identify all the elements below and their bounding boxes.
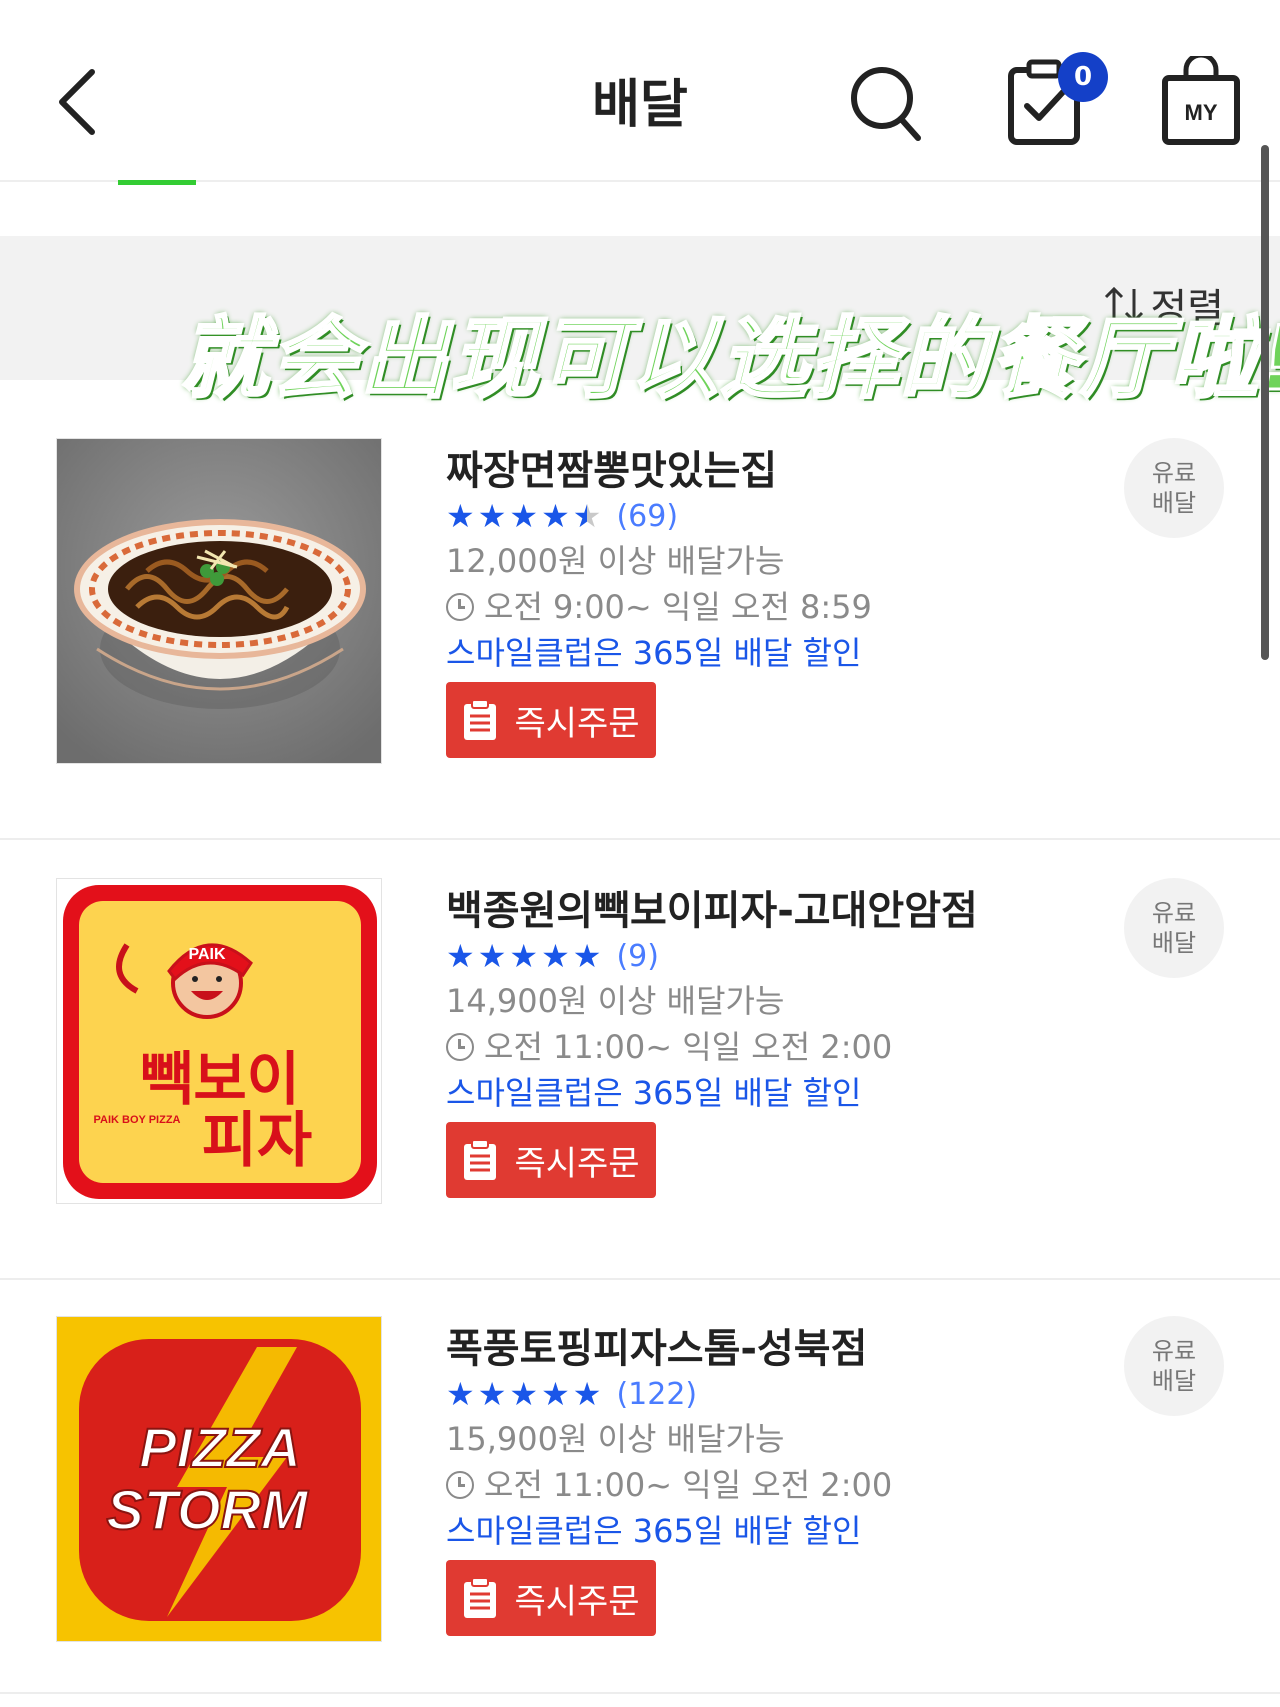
business-hours: 오전 11:00~ 익일 오전 2:00 <box>446 1024 1086 1070</box>
badge-line-2: 배달 <box>1151 929 1197 957</box>
star-icon: ★ <box>509 497 539 535</box>
restaurant-info: 폭풍토핑피자스톰-성북점 ★ ★ ★ ★ ★ (122) 15,900원 이상 … <box>446 1316 1086 1636</box>
instant-order-button[interactable]: 즉시주문 <box>446 1560 656 1636</box>
star-icon: ★ <box>572 937 602 975</box>
overlay-caption: 就会出现可以选择的餐厅啦! <box>179 306 1280 412</box>
star-rating: ★ ★ ★ ★ ★ <box>446 934 604 978</box>
star-rating: ★ ★ ★ ★ ★ <box>446 494 604 538</box>
rating-row: ★ ★ ★ ★ ★ (69) <box>446 494 1086 538</box>
business-hours: 오전 11:00~ 익일 오전 2:00 <box>446 1462 1086 1508</box>
badge-line-2: 배달 <box>1151 489 1197 517</box>
paid-delivery-badge: 유료 배달 <box>1124 438 1224 538</box>
star-icon: ★ <box>446 497 475 535</box>
restaurant-thumbnail[interactable]: PIZZA STORM <box>56 1316 382 1642</box>
star-icon: ★ <box>509 1375 539 1413</box>
shopping-bag-icon: MY <box>1162 52 1240 145</box>
my-page-button[interactable]: MY <box>1160 52 1242 146</box>
clipboard-icon <box>464 1577 497 1618</box>
pizza-storm-logo: PIZZA STORM <box>57 1317 381 1641</box>
hours-text: 오전 9:00~ 익일 오전 8:59 <box>484 588 872 626</box>
paid-delivery-badge: 유료 배달 <box>1124 878 1224 978</box>
star-icon: ★ <box>477 937 507 975</box>
restaurant-name[interactable]: 백종원의빽보이피자-고대안암점 <box>446 878 1086 934</box>
hours-text: 오전 11:00~ 익일 오전 2:00 <box>484 1028 893 1066</box>
restaurant-info: 백종원의빽보이피자-고대안암점 ★ ★ ★ ★ ★ (9) 14,900원 이상… <box>446 878 1086 1198</box>
restaurant-list-item[interactable]: PIZZA STORM 폭풍토핑피자스톰-성북점 ★ ★ ★ ★ ★ (122)… <box>0 1278 1280 1694</box>
jajangmyeon-bowl-image <box>57 439 381 763</box>
clipboard-icon <box>464 699 497 740</box>
paid-delivery-badge: 유료 배달 <box>1124 1316 1224 1416</box>
instant-order-button[interactable]: 즉시주문 <box>446 1122 656 1198</box>
star-rating: ★ ★ ★ ★ ★ <box>446 1372 604 1416</box>
clock-icon <box>446 1033 474 1061</box>
restaurant-list-item[interactable]: PAIK 빽보이 PAIK BOY PIZZA 피자 백종원의빽보이피자-고대안… <box>0 840 1280 1280</box>
star-icon: ★ <box>477 1375 507 1413</box>
search-icon <box>851 67 921 141</box>
business-hours: 오전 9:00~ 익일 오전 8:59 <box>446 584 1086 630</box>
instant-order-button[interactable]: 즉시주문 <box>446 682 656 758</box>
min-order-amount: 15,900원 이상 배달가능 <box>446 1420 785 1458</box>
restaurant-thumbnail[interactable]: PAIK 빽보이 PAIK BOY PIZZA 피자 <box>56 878 382 1204</box>
star-icon: ★ <box>446 937 475 975</box>
promo-text[interactable]: 스마일클럽은 365일 배달 할인 <box>446 1508 1086 1554</box>
paik-boy-pizza-logo: PAIK 빽보이 PAIK BOY PIZZA 피자 <box>57 879 381 1203</box>
logo-line-2: STORM <box>106 1478 309 1541</box>
logo-sub-text: PAIK BOY PIZZA <box>94 1114 181 1126</box>
badge-line-1: 유료 <box>1151 1337 1197 1365</box>
instant-order-label: 즉시주문 <box>514 1143 640 1184</box>
badge-line-2: 배달 <box>1151 1367 1197 1395</box>
restaurant-info: 짜장면짬뽕맛있는집 ★ ★ ★ ★ ★ (69) 12,000원 이상 배달가능… <box>446 438 1086 758</box>
star-icon: ★ <box>572 1375 602 1413</box>
restaurant-name[interactable]: 폭풍토핑피자스톰-성북점 <box>446 1316 1086 1372</box>
star-icon: ★ <box>541 1375 570 1413</box>
cart-count-badge: 0 <box>1058 52 1108 102</box>
rating-row: ★ ★ ★ ★ ★ (122) <box>446 1372 1086 1416</box>
badge-line-1: 유료 <box>1151 899 1197 927</box>
rating-row: ★ ★ ★ ★ ★ (9) <box>446 934 1086 978</box>
restaurant-list-item[interactable]: 짜장면짬뽕맛있는집 ★ ★ ★ ★ ★ (69) 12,000원 이상 배달가능… <box>0 400 1280 840</box>
clock-icon <box>446 1471 474 1499</box>
logo-top-text: PAIK <box>188 946 225 963</box>
my-label: MY <box>1185 100 1218 125</box>
promo-text[interactable]: 스마일클럽은 365일 배달 할인 <box>446 630 1086 676</box>
hours-text: 오전 11:00~ 익일 오전 2:00 <box>484 1466 893 1504</box>
review-count[interactable]: (9) <box>616 939 659 974</box>
logo-main-2: 피자 <box>202 1107 312 1174</box>
badge-line-1: 유료 <box>1151 459 1197 487</box>
min-order-amount: 12,000원 이상 배달가능 <box>446 542 785 580</box>
restaurant-thumbnail[interactable] <box>56 438 382 764</box>
clock-icon <box>446 593 474 621</box>
top-app-bar: 배달 0 MY <box>0 0 1280 182</box>
review-count[interactable]: (122) <box>616 1377 697 1412</box>
star-icon: ★ <box>509 937 539 975</box>
star-icon: ★ <box>446 1375 475 1413</box>
star-icon: ★ <box>541 497 570 535</box>
logo-main-1: 빽보이 <box>140 1047 300 1112</box>
star-icon: ★ <box>541 937 570 975</box>
half-star-icon: ★ <box>573 494 602 538</box>
clipboard-icon <box>464 1139 497 1180</box>
restaurant-name[interactable]: 짜장면짬뽕맛있는집 <box>446 438 1086 494</box>
active-tab-indicator <box>118 180 196 185</box>
star-icon: ★ <box>477 497 507 535</box>
logo-line-1: PIZZA <box>139 1416 301 1479</box>
min-order-amount: 14,900원 이상 배달가능 <box>446 982 785 1020</box>
search-button[interactable] <box>848 62 924 146</box>
review-count[interactable]: (69) <box>616 499 678 534</box>
promo-text[interactable]: 스마일클럽은 365일 배달 할인 <box>446 1070 1086 1116</box>
instant-order-label: 즉시주문 <box>514 1581 640 1622</box>
instant-order-label: 즉시주문 <box>514 703 640 744</box>
